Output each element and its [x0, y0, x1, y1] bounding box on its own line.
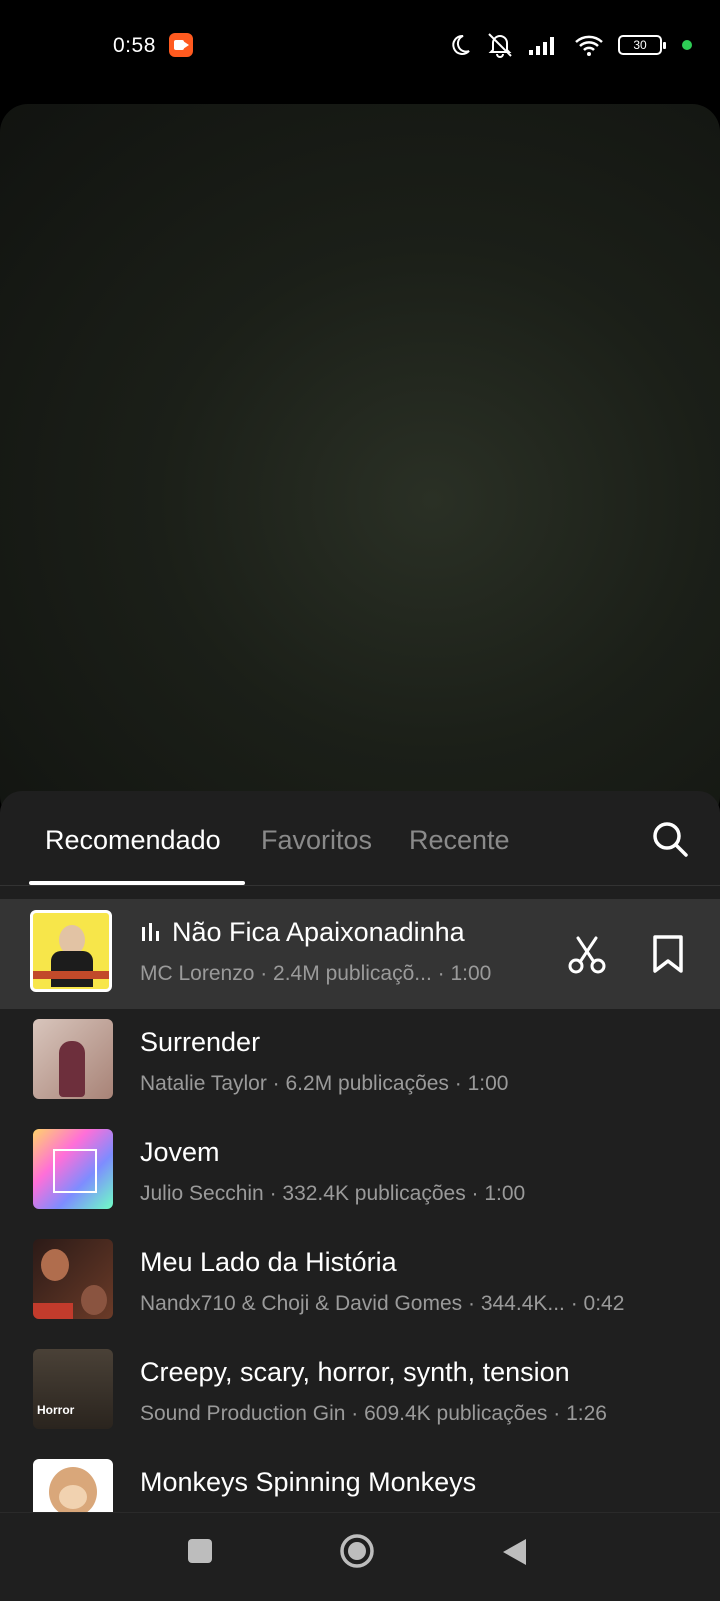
- song-subtitle: Sound Production Gin · 609.4K publicaçõe…: [140, 1402, 607, 1425]
- green-dot-indicator: [682, 40, 692, 50]
- signal-icon: [529, 37, 554, 55]
- status-icons: 30: [448, 30, 692, 60]
- song-title: Monkeys Spinning Monkeys: [140, 1467, 477, 1497]
- status-bar: 0:58 30: [0, 0, 720, 96]
- song-title: Creepy, scary, horror, synth, tension: [140, 1357, 570, 1387]
- tab-divider: [0, 885, 720, 886]
- camera-preview[interactable]: [0, 104, 720, 824]
- album-art: [33, 1239, 113, 1319]
- search-icon[interactable]: [650, 819, 690, 859]
- playing-equalizer-icon: [142, 923, 159, 941]
- song-row[interactable]: Jovem Julio Secchin · 332.4K publicações…: [0, 1119, 720, 1229]
- song-list: Não Fica Apaixonadinha MC Lorenzo · 2.4M…: [0, 899, 720, 1512]
- album-art: [33, 1019, 113, 1099]
- song-subtitle: Julio Secchin · 332.4K publicações · 1:0…: [140, 1182, 526, 1205]
- home-button[interactable]: [339, 1533, 375, 1569]
- song-title: Surrender: [140, 1027, 261, 1057]
- moon-icon: [452, 34, 470, 55]
- status-time: 0:58: [113, 34, 156, 57]
- song-row[interactable]: Horror Creepy, scary, horror, synth, ten…: [0, 1339, 720, 1449]
- song-row[interactable]: Surrender Natalie Taylor · 6.2M publicaç…: [0, 1009, 720, 1119]
- wifi-icon: [575, 35, 603, 56]
- song-subtitle: Nandx710 & Choji & David Gomes · 344.4K.…: [140, 1292, 625, 1315]
- song-title-text: Não Fica Apaixonadinha: [172, 917, 465, 947]
- system-nav-bar: [0, 1512, 720, 1601]
- song-title: Não Fica Apaixonadinha: [140, 917, 465, 948]
- album-art: [33, 1459, 113, 1512]
- tab-bar: Recomendado Favoritos Recente: [0, 791, 720, 886]
- album-art-text: Horror: [37, 1403, 75, 1417]
- song-row[interactable]: Não Fica Apaixonadinha MC Lorenzo · 2.4M…: [0, 899, 720, 1009]
- battery-icon: 30: [618, 35, 666, 55]
- scissors-icon[interactable]: [567, 935, 607, 975]
- song-subtitle: MC Lorenzo · 2.4M publicaçõ... · 1:00: [140, 962, 492, 985]
- song-subtitle: Natalie Taylor · 6.2M publicações · 1:00: [140, 1072, 509, 1095]
- sound-picker-sheet: Recomendado Favoritos Recente Não Fica A…: [0, 791, 720, 1512]
- bookmark-icon[interactable]: [652, 935, 684, 973]
- screen-record-icon: [169, 33, 193, 57]
- album-art: [33, 1129, 113, 1209]
- tab-favoritos[interactable]: Favoritos: [261, 825, 372, 856]
- song-row[interactable]: Meu Lado da História Nandx710 & Choji & …: [0, 1229, 720, 1339]
- song-title: Meu Lado da História: [140, 1247, 397, 1277]
- song-row[interactable]: Monkeys Spinning Monkeys: [0, 1449, 720, 1512]
- bell-off-icon: [488, 33, 512, 58]
- album-art: Horror: [33, 1349, 113, 1429]
- recent-apps-button[interactable]: [188, 1539, 212, 1563]
- song-title: Jovem: [140, 1137, 220, 1167]
- tab-recente[interactable]: Recente: [409, 825, 510, 856]
- back-button[interactable]: [500, 1537, 528, 1567]
- tab-recomendado[interactable]: Recomendado: [45, 825, 221, 856]
- album-art: [30, 910, 112, 992]
- battery-level: 30: [633, 38, 647, 52]
